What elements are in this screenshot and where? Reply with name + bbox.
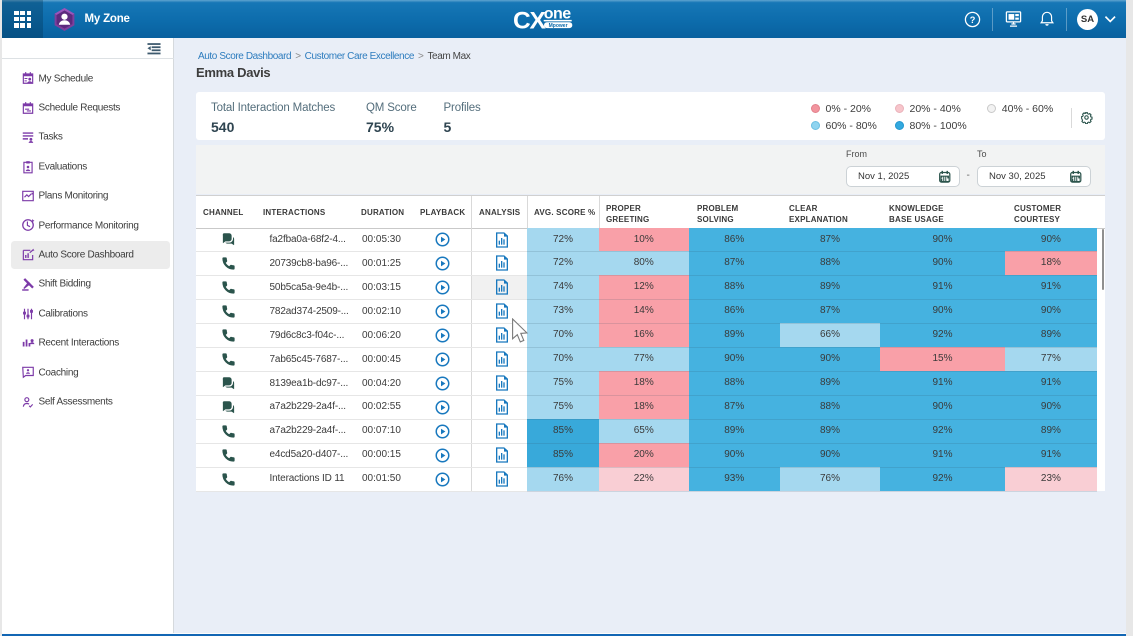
svg-text:?: ? [969, 15, 975, 25]
svg-text:CX: CX [513, 8, 546, 35]
svg-text:Mpower: Mpower [549, 23, 568, 29]
